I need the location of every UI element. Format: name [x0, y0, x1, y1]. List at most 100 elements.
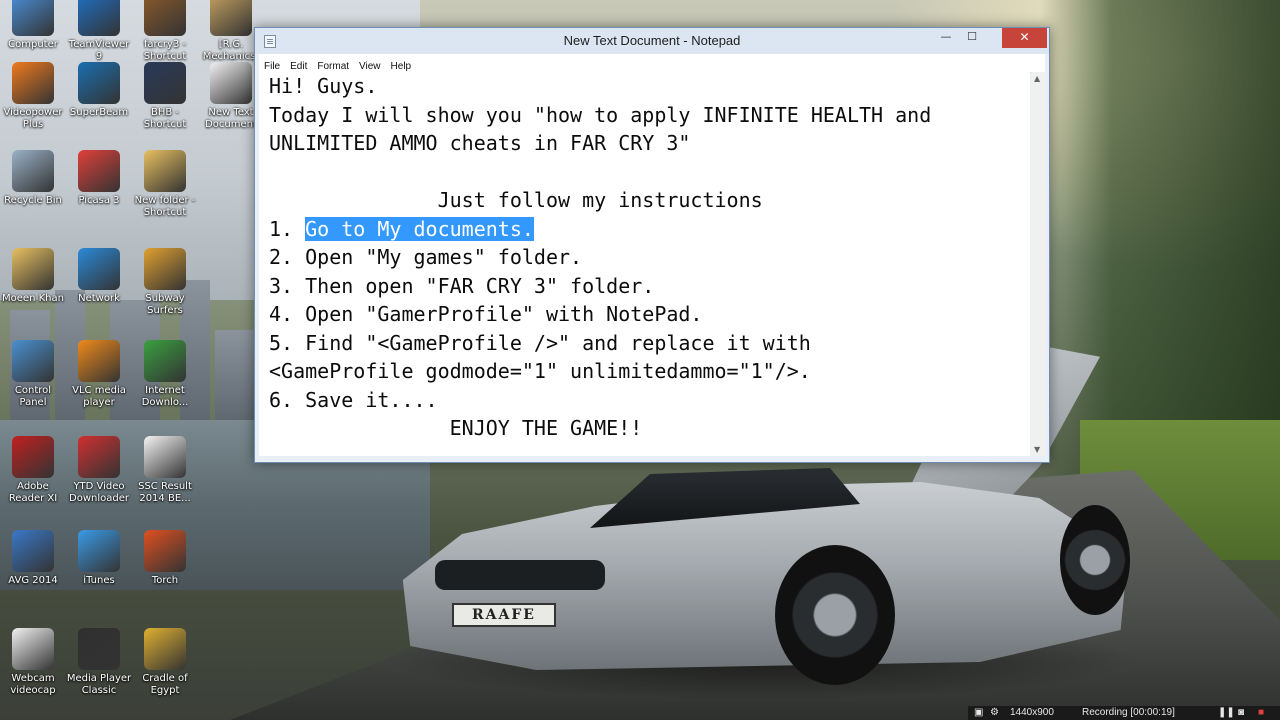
- text-line-prefix: 1.: [269, 216, 306, 241]
- text-line: 3. Then open "FAR CRY 3" folder.: [269, 273, 655, 298]
- recorder-pause-icon[interactable]: ❚❚: [1218, 706, 1235, 720]
- desktop-icon-label: Videopower Plus: [3, 107, 63, 130]
- desktop-app-icon[interactable]: [144, 340, 186, 382]
- scroll-down-icon[interactable]: ▼: [1034, 445, 1040, 454]
- recorder-status-bar: ▣ ⚙ 1440x900 Recording [00:00:19] ❚❚ ◙ ■: [968, 706, 1280, 720]
- desktop-app-icon[interactable]: [78, 0, 120, 36]
- desktop-icon[interactable]: Moeen Khan: [0, 248, 66, 305]
- desktop-icon-label: Webcam videocap: [10, 673, 56, 696]
- desktop-icon[interactable]: Computer: [0, 0, 66, 51]
- desktop-app-icon[interactable]: [12, 62, 54, 104]
- wallpaper-building: [215, 330, 255, 420]
- desktop-icon[interactable]: Cradle of Egypt: [132, 628, 198, 697]
- desktop-icon[interactable]: BHB - Shortcut: [132, 62, 198, 131]
- selected-text[interactable]: Go to My documents.: [305, 216, 534, 241]
- text-line: Hi! Guys.: [269, 74, 378, 98]
- desktop-icon[interactable]: YTD Video Downloader: [66, 436, 132, 505]
- desktop-icon-label: Subway Surfers: [145, 293, 185, 316]
- text-line: [259, 158, 1030, 187]
- desktop-icon-label: SuperBeam: [69, 107, 129, 118]
- recorder-resolution: 1440x900: [1010, 707, 1054, 718]
- desktop-app-icon[interactable]: [78, 628, 120, 670]
- desktop-app-icon[interactable]: [12, 248, 54, 290]
- recorder-icon[interactable]: ▣: [974, 706, 983, 720]
- recorder-camera-icon[interactable]: ◙: [1238, 706, 1244, 720]
- desktop-icon-label: Picasa 3: [78, 195, 120, 206]
- desktop-app-icon[interactable]: [78, 150, 120, 192]
- recorder-settings-icon[interactable]: ⚙: [990, 706, 999, 720]
- desktop-icon[interactable]: Videopower Plus: [0, 62, 66, 131]
- desktop-app-icon[interactable]: [12, 0, 54, 36]
- desktop-app-icon[interactable]: [78, 248, 120, 290]
- recorder-status: Recording [00:00:19]: [1082, 707, 1175, 718]
- desktop-icon-label: Cradle of Egypt: [142, 673, 188, 696]
- scroll-up-icon[interactable]: ▲: [1034, 74, 1040, 83]
- text-line: 4. Open "GamerProfile" with NotePad.: [269, 302, 703, 326]
- desktop-app-icon[interactable]: [210, 0, 252, 36]
- minimize-button[interactable]: —: [933, 28, 959, 48]
- desktop-icon[interactable]: Picasa 3: [66, 150, 132, 207]
- desktop-app-icon[interactable]: [78, 436, 120, 478]
- desktop-app-icon[interactable]: [144, 530, 186, 572]
- desktop-app-icon[interactable]: [144, 628, 186, 670]
- desktop-icon[interactable]: SuperBeam: [66, 62, 132, 119]
- desktop-icon[interactable]: TeamViewer 9: [66, 0, 132, 63]
- title-bar[interactable]: New Text Document - Notepad — ☐ ✕: [255, 28, 1049, 54]
- desktop-icon[interactable]: Recycle Bin: [0, 150, 66, 207]
- text-editor[interactable]: Hi! Guys. Today I will show you "how to a…: [259, 72, 1030, 456]
- desktop-icon[interactable]: Control Panel: [0, 340, 66, 409]
- desktop-icon[interactable]: Adobe Reader XI: [0, 436, 66, 505]
- desktop-app-icon[interactable]: [210, 62, 252, 104]
- desktop-app-icon[interactable]: [12, 628, 54, 670]
- desktop-icon-label: Torch: [151, 575, 179, 586]
- desktop-icon-label: YTD Video Downloader: [69, 481, 129, 504]
- text-line: 6. Save it....: [269, 387, 438, 412]
- text-line: 5. Find "<GameProfile />" and replace it…: [269, 330, 811, 355]
- car-grille: [435, 560, 605, 590]
- menu-bar: File Edit Format View Help: [259, 54, 1045, 73]
- desktop-app-icon[interactable]: [12, 436, 54, 478]
- desktop-app-icon[interactable]: [78, 340, 120, 382]
- close-button[interactable]: ✕: [1002, 28, 1047, 48]
- desktop-icon[interactable]: Network: [66, 248, 132, 305]
- vertical-scrollbar[interactable]: ▲ ▼: [1031, 72, 1046, 456]
- desktop-icon-label: Computer: [8, 39, 58, 50]
- desktop-app-icon[interactable]: [78, 62, 120, 104]
- desktop-icon-label: Control Panel: [14, 385, 52, 408]
- desktop-app-icon[interactable]: [144, 436, 186, 478]
- desktop-icon[interactable]: New folder - Shortcut: [132, 150, 198, 219]
- desktop-icon[interactable]: Webcam videocap: [0, 628, 66, 697]
- desktop-app-icon[interactable]: [144, 150, 186, 192]
- desktop-icon-label: Internet Downlo...: [141, 385, 189, 408]
- desktop-icon-label: SSC Result 2014 BE...: [138, 481, 192, 504]
- desktop-app-icon[interactable]: [144, 0, 186, 36]
- text-line: Just follow my instructions: [269, 188, 763, 212]
- car-wheel-front: [775, 545, 895, 685]
- desktop-app-icon[interactable]: [144, 248, 186, 290]
- desktop-app-icon[interactable]: [12, 150, 54, 192]
- desktop-icon-label: BHB - Shortcut: [143, 107, 187, 130]
- desktop-icon-label: Media Player Classic: [66, 673, 132, 696]
- desktop-icon[interactable]: VLC media player: [66, 340, 132, 409]
- text-line: <GameProfile godmode="1" unlimitedammo="…: [269, 359, 811, 383]
- desktop-icon[interactable]: SSC Result 2014 BE...: [132, 436, 198, 505]
- desktop-app-icon[interactable]: [12, 340, 54, 382]
- desktop-icon-label: Network: [78, 293, 120, 304]
- desktop-icon-label: Recycle Bin: [4, 195, 62, 206]
- desktop-icon[interactable]: iTunes: [66, 530, 132, 587]
- desktop-icon-label: AVG 2014: [8, 575, 58, 586]
- desktop-app-icon[interactable]: [144, 62, 186, 104]
- desktop-icon[interactable]: AVG 2014: [0, 530, 66, 587]
- desktop-app-icon[interactable]: [78, 530, 120, 572]
- notepad-window[interactable]: New Text Document - Notepad — ☐ ✕ File Ed…: [254, 27, 1050, 463]
- desktop-icon[interactable]: Torch: [132, 530, 198, 587]
- desktop-icon[interactable]: Media Player Classic: [66, 628, 132, 697]
- desktop-icon[interactable]: farcry3 - Shortcut: [132, 0, 198, 63]
- desktop-app-icon[interactable]: [12, 530, 54, 572]
- license-plate: RAAFE: [452, 603, 556, 627]
- recorder-stop-icon[interactable]: ■: [1258, 706, 1264, 720]
- text-line: 2. Open "My games" folder.: [269, 245, 583, 269]
- desktop-icon[interactable]: Internet Downlo...: [132, 340, 198, 409]
- maximize-button[interactable]: ☐: [959, 28, 985, 48]
- desktop-icon[interactable]: Subway Surfers: [132, 248, 198, 317]
